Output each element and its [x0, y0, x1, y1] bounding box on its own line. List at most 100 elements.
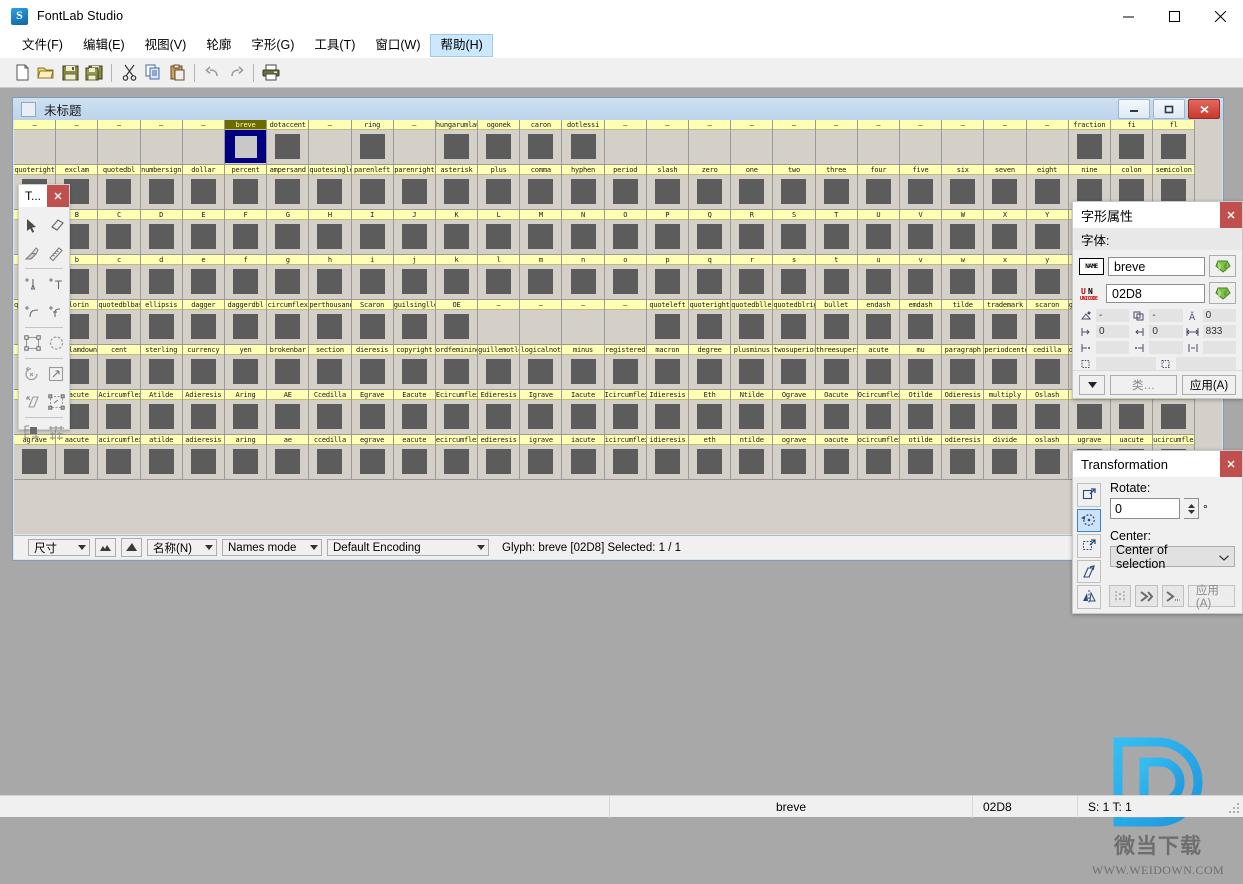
- menu-glyph[interactable]: 字形(G): [241, 34, 304, 57]
- glyph-cell[interactable]: —: [140, 120, 183, 165]
- metric-right-sidebearing[interactable]: 0: [1132, 325, 1183, 338]
- glyph-cell[interactable]: Ograve: [773, 390, 816, 435]
- glyph-cell[interactable]: Aring: [224, 390, 268, 435]
- glyph-properties-close-button[interactable]: [1220, 202, 1242, 228]
- glyph-cell[interactable]: comma: [520, 165, 563, 210]
- glyph-cell[interactable]: adieresis: [182, 435, 225, 480]
- add-curve-point-tool-icon[interactable]: [21, 301, 43, 323]
- glyph-cell[interactable]: Ccedilla: [309, 390, 352, 435]
- glyph-cell[interactable]: ntilde: [731, 435, 774, 480]
- glyph-cell[interactable]: Q: [689, 210, 732, 255]
- glyph-cell[interactable]: periodcentered: [984, 345, 1027, 390]
- glyph-cell[interactable]: c: [98, 255, 141, 300]
- tools-palette-titlebar[interactable]: T...: [19, 185, 69, 207]
- glyph-name-input[interactable]: breve: [1108, 256, 1205, 276]
- glyph-cell[interactable]: l: [478, 255, 521, 300]
- font-window-titlebar[interactable]: 未标题: [13, 98, 1223, 120]
- metric-bbox-origin[interactable]: [1079, 357, 1156, 370]
- menu-edit[interactable]: 编辑(E): [73, 34, 135, 57]
- tools-palette-close-button[interactable]: [47, 185, 69, 207]
- add-corner-point-tool-icon[interactable]: [45, 301, 67, 323]
- glyph-cell[interactable]: acute: [857, 345, 900, 390]
- glyph-cell[interactable]: emdash: [899, 300, 943, 345]
- glyph-cell[interactable]: Icircumflex: [604, 390, 647, 435]
- glyph-cell[interactable]: numbersign: [140, 165, 183, 210]
- glyph-cell[interactable]: atilde: [140, 435, 183, 480]
- ruler-tool-icon[interactable]: [45, 242, 67, 264]
- glyph-cell[interactable]: x: [984, 255, 1027, 300]
- glyph-cell[interactable]: two: [773, 165, 816, 210]
- free-transform-tool-icon[interactable]: [45, 391, 67, 413]
- glyph-cell[interactable]: guillemotleft: [478, 345, 521, 390]
- glyph-cell[interactable]: m: [520, 255, 563, 300]
- glyph-cell[interactable]: parenright: [393, 165, 436, 210]
- metric-advance-width[interactable]: 833: [1186, 325, 1236, 338]
- glyph-cell[interactable]: sterling: [140, 345, 183, 390]
- eraser-tool-icon[interactable]: [45, 214, 67, 236]
- glyph-cell[interactable]: V: [899, 210, 943, 255]
- glyph-cell[interactable]: f: [224, 255, 268, 300]
- minimize-button[interactable]: [1105, 0, 1151, 32]
- rectangle-tool-icon[interactable]: [21, 332, 43, 354]
- metric-right-link[interactable]: [1132, 341, 1183, 354]
- glyph-cell[interactable]: caron: [520, 120, 563, 165]
- glyph-cell[interactable]: edieresis: [478, 435, 521, 480]
- glyph-cell[interactable]: ring: [351, 120, 394, 165]
- glyph-cell[interactable]: eight: [1026, 165, 1069, 210]
- glyph-cell[interactable]: hyphen: [562, 165, 605, 210]
- glyph-cell[interactable]: i: [351, 255, 394, 300]
- glyph-cell[interactable]: iacute: [562, 435, 605, 480]
- copy-icon[interactable]: [141, 61, 165, 85]
- glyph-cell[interactable]: trademark: [984, 300, 1027, 345]
- glyph-cell[interactable]: perthousand: [309, 300, 352, 345]
- encoding-combo[interactable]: Default Encoding: [327, 539, 489, 556]
- font-window-minimize-button[interactable]: [1118, 99, 1150, 119]
- transformation-apply-button[interactable]: 应用(A): [1187, 585, 1236, 610]
- glyph-cell[interactable]: —: [604, 120, 647, 165]
- glyph-cell[interactable]: twosuperior: [773, 345, 816, 390]
- glyph-unicode-input[interactable]: 02D8: [1106, 283, 1205, 303]
- font-window-restore-button[interactable]: [1153, 99, 1185, 119]
- glyph-cell[interactable]: ccedilla: [309, 435, 352, 480]
- glyph-cell[interactable]: g: [267, 255, 310, 300]
- glyph-cell[interactable]: N: [562, 210, 605, 255]
- metric-anchor[interactable]: -: [1079, 309, 1130, 322]
- glyph-cell[interactable]: H: [309, 210, 352, 255]
- glyph-cell[interactable]: h: [309, 255, 352, 300]
- glyph-cell[interactable]: ogonek: [478, 120, 521, 165]
- glyph-cell[interactable]: t: [815, 255, 858, 300]
- glyph-cell[interactable]: k: [435, 255, 479, 300]
- glyph-cell[interactable]: one: [731, 165, 774, 210]
- rotate-transform-icon[interactable]: [1077, 508, 1101, 533]
- glyph-cell[interactable]: plus: [478, 165, 521, 210]
- glyph-cell[interactable]: o: [604, 255, 647, 300]
- open-folder-icon[interactable]: [34, 61, 58, 85]
- large-glyph-preview-icon[interactable]: [121, 538, 142, 557]
- glyph-cell[interactable]: Ntilde: [731, 390, 774, 435]
- glyph-cell[interactable]: dotaccent: [267, 120, 310, 165]
- glyph-cell[interactable]: guilsinglleft: [393, 300, 436, 345]
- glyph-cell[interactable]: divide: [984, 435, 1027, 480]
- glyph-cell[interactable]: acircumflex: [98, 435, 141, 480]
- glyph-cell[interactable]: q: [689, 255, 732, 300]
- add-tangent-tool-icon[interactable]: [45, 273, 67, 295]
- glyph-cell[interactable]: endash: [857, 300, 900, 345]
- glyph-cell[interactable]: K: [435, 210, 479, 255]
- glyph-cell[interactable]: oslash: [1026, 435, 1069, 480]
- glyph-cell[interactable]: quoteright: [689, 300, 732, 345]
- horizontal-metrics-tool-icon[interactable]: [45, 422, 67, 444]
- glyph-cell[interactable]: Y: [1026, 210, 1069, 255]
- glyph-apply-button[interactable]: 应用(A): [1182, 374, 1236, 395]
- glyph-cell[interactable]: multiply: [984, 390, 1027, 435]
- glyph-cell[interactable]: percent: [224, 165, 268, 210]
- glyph-cell[interactable]: section: [309, 345, 352, 390]
- center-select[interactable]: Center of selection: [1110, 543, 1235, 571]
- glyph-cell[interactable]: ordfeminine: [435, 345, 479, 390]
- glyph-cell[interactable]: —: [478, 300, 521, 345]
- glyph-cell[interactable]: zero: [689, 165, 732, 210]
- rotate-input[interactable]: 0: [1110, 498, 1180, 519]
- size-combo[interactable]: 尺寸: [28, 539, 90, 556]
- glyph-cell[interactable]: —: [309, 120, 352, 165]
- glyph-cell[interactable]: macron: [646, 345, 689, 390]
- glyph-cell[interactable]: daggerdbl: [224, 300, 268, 345]
